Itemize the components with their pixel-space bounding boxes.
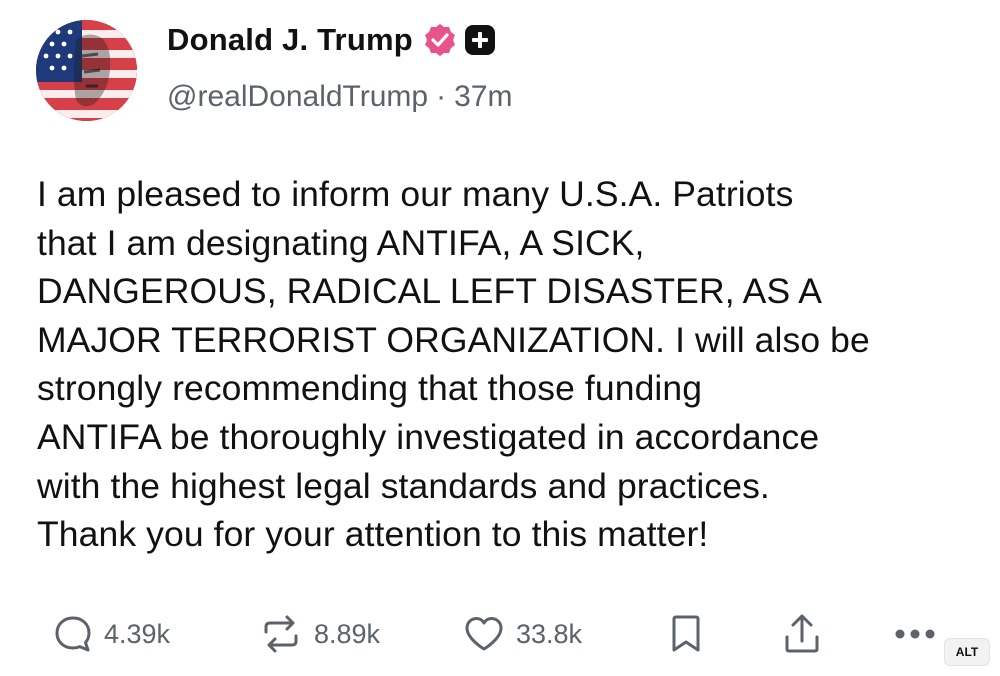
author-display-name[interactable]: Donald J. Trump: [167, 22, 413, 58]
avatar-image: [36, 20, 137, 121]
speech-bubble-icon: [55, 616, 91, 652]
bookmark-button[interactable]: [668, 606, 704, 662]
avatar[interactable]: [36, 20, 137, 121]
heart-icon: [465, 617, 503, 651]
like-button[interactable]: 33.8k: [462, 606, 582, 662]
handle-separator: ·: [436, 80, 447, 113]
share-upload-icon: [785, 614, 819, 653]
plus-badge-icon: [464, 25, 495, 55]
post-action-bar: 4.39k 8.89k 33.8k: [0, 606, 1000, 662]
post-timestamp[interactable]: 37m: [454, 80, 512, 114]
more-dots-icon: [895, 629, 935, 639]
like-count: 33.8k: [516, 618, 583, 649]
verified-badge-icon: [423, 23, 457, 57]
author-handle[interactable]: @realDonaldTrump: [167, 80, 428, 114]
repost-count: 8.89k: [314, 618, 381, 649]
repost-button[interactable]: 8.89k: [258, 606, 380, 662]
reply-button[interactable]: 4.39k: [52, 606, 170, 662]
post-card: Donald J. Trump @realDonaldTrump · 37m I…: [0, 0, 1000, 676]
repost-arrows-icon: [264, 615, 298, 653]
author-name-row: Donald J. Trump: [167, 18, 495, 62]
alt-text-badge[interactable]: ALT: [944, 638, 990, 666]
more-options-button[interactable]: [892, 606, 938, 662]
post-body-text: I am pleased to inform our many U.S.A. P…: [37, 174, 870, 555]
reply-count: 4.39k: [104, 618, 171, 649]
share-button[interactable]: [780, 606, 824, 662]
bookmark-icon: [672, 615, 700, 652]
author-handle-row: @realDonaldTrump · 37m: [167, 80, 512, 114]
